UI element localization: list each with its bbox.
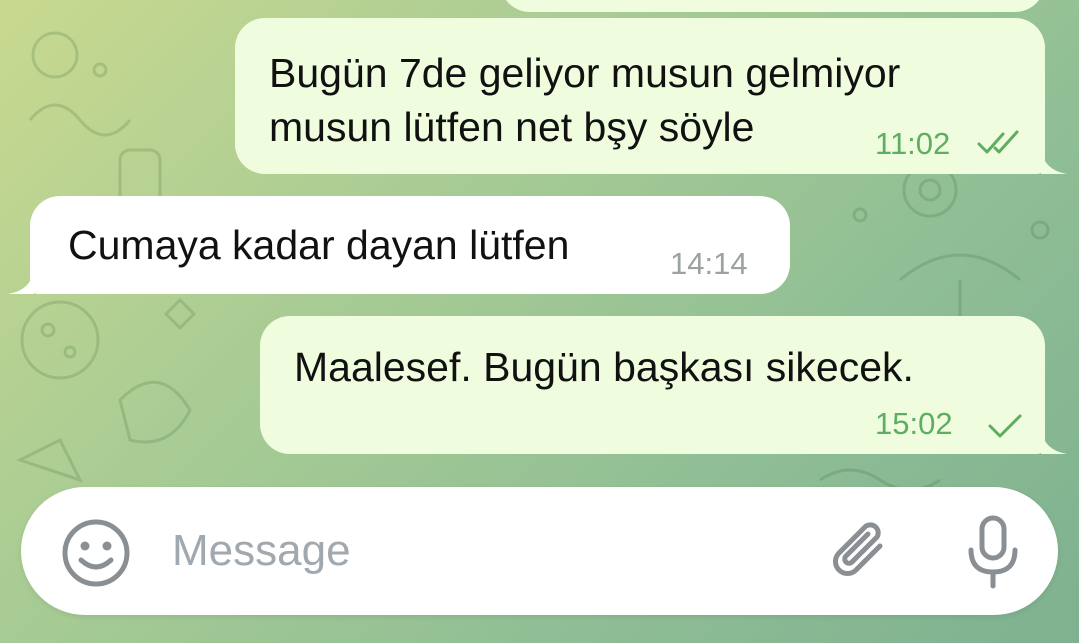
- message-text: Cumaya kadar dayan lütfen: [68, 222, 570, 268]
- message-time: 11:02: [875, 126, 951, 161]
- message-bubble-outgoing[interactable]: Bugün 7de geliyor musun gelmiyor musun l…: [235, 18, 1067, 174]
- message-time: 14:14: [670, 246, 748, 281]
- smiley-icon[interactable]: [60, 517, 132, 589]
- message-bubble-outgoing[interactable]: Maalesef. Bugün başkası sikecek. 15:02: [260, 316, 1067, 454]
- message-text: Maalesef. Bugün başkası sikecek.: [294, 344, 914, 390]
- message-input[interactable]: [172, 525, 772, 577]
- previous-message-bubble[interactable]: [500, 0, 1045, 12]
- message-time: 15:02: [875, 406, 953, 441]
- microphone-icon[interactable]: [962, 513, 1024, 591]
- double-check-icon: [977, 128, 1027, 158]
- bubble-tail: [1041, 148, 1067, 174]
- single-check-icon: [986, 410, 1026, 440]
- bubble-tail: [1041, 428, 1067, 454]
- bubble-tail: [8, 268, 34, 294]
- paperclip-icon[interactable]: [826, 515, 896, 589]
- message-bubble-incoming[interactable]: Cumaya kadar dayan lütfen 14:14: [8, 196, 790, 294]
- message-text: Bugün 7de geliyor musun gelmiyor musun l…: [269, 50, 901, 150]
